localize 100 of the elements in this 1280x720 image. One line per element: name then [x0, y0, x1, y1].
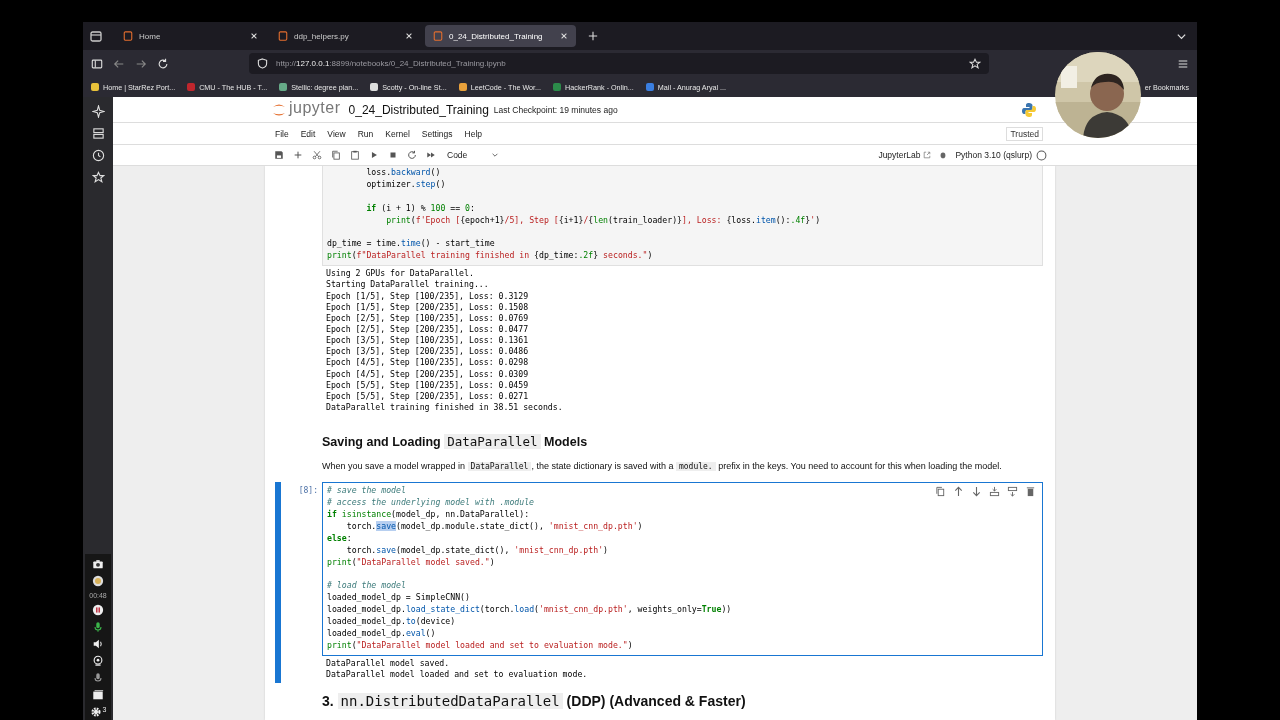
output-line: DataParallel model saved. [326, 657, 451, 670]
python-logo-icon [1021, 101, 1037, 118]
paragraph: When you save a model wrapped in DataParallel , the state dictionary is saved with a module. prefix in the keys. You need to account for this when loading the model. [322, 460, 1003, 474]
cell-type-dropdown[interactable]: Code [447, 150, 499, 160]
kernel-name[interactable]: Python 3.10 (qslurp) [955, 150, 1032, 160]
output-line: Epoch [2/5], Step [100/235], Loss: 0.0769 [326, 312, 530, 324]
tab-title: 0_24_Distributed_Training [449, 31, 544, 41]
close-icon[interactable] [560, 32, 568, 40]
code-line: loaded_model_dp.eval() [327, 628, 436, 640]
notebook-title[interactable]: 0_24_Distributed_Training [348, 102, 489, 117]
code-line: torch.save(model_dp.state_dict(), 'mnist_cnn_dp.pth') [345, 544, 608, 557]
output-line: Epoch [4/5], Step [100/235], Loss: 0.0298 [326, 357, 530, 369]
menu-item[interactable]: View [327, 128, 346, 139]
code-line: loaded_model_dp.load_state_dict(torch.load('mnist_cnn_dp.pth', weights_only=True)) [327, 604, 732, 617]
code-line: # load the model [327, 580, 406, 593]
sidebar-icon[interactable] [91, 57, 103, 70]
browser-tab[interactable]: 0_24_Distributed_Training [425, 25, 576, 47]
code-line: print(f'Epoch [{epoch+1}/5], Step [{i+1}/{len(train_loader)}], Loss: {loss.item():.4f}') [385, 214, 821, 227]
star-icon[interactable] [91, 171, 105, 184]
menu-item[interactable]: Help [464, 128, 482, 139]
code-line: if (i + 1) % 100 == 0: [365, 202, 475, 215]
address-field[interactable]: http://127.0.0.1:8899/notebooks/0_24_Distributed_Training.ipynb [249, 53, 989, 74]
jupyterlab-link[interactable]: JupyterLab [878, 150, 921, 160]
paste-icon[interactable] [350, 150, 360, 160]
code-line: print(f"DataParallel training finished in {dp_time:.2f} seconds.") [327, 250, 653, 263]
code-line: loss.backward() [365, 167, 441, 179]
code-line: else: [327, 532, 352, 545]
fast-forward-icon[interactable] [426, 150, 436, 160]
tab-favicon-icon [278, 31, 288, 41]
code-line: print("DataParallel model loaded and set to evaluation mode.") [327, 640, 633, 652]
settings-icon[interactable] [89, 706, 102, 718]
menu-item[interactable]: Edit [300, 128, 316, 139]
insert-above-icon[interactable] [989, 486, 1000, 498]
code-editor[interactable] [322, 482, 1043, 656]
duplicate-icon[interactable] [935, 486, 946, 498]
tab-title: Home [139, 31, 162, 41]
run-icon[interactable] [369, 150, 379, 160]
menu-icon[interactable] [1177, 57, 1189, 70]
output-line: Using 2 GPUs for DataParallel. [326, 268, 475, 280]
output-line: Epoch [3/5], Step [200/235], Loss: 0.0486 [326, 346, 530, 358]
window-icon[interactable] [92, 689, 104, 701]
back-icon[interactable] [113, 57, 125, 70]
menu-item[interactable]: File [275, 128, 289, 139]
add-icon[interactable] [293, 150, 303, 160]
output-line: Starting DataParallel training... [326, 279, 490, 291]
clock-icon[interactable] [91, 149, 105, 162]
menu-item[interactable]: Kernel [385, 128, 410, 139]
speaker-icon[interactable] [92, 638, 104, 650]
jupyter-wordmark: jupyter [289, 99, 341, 117]
reload-icon[interactable] [157, 57, 169, 70]
arrow-up-icon[interactable] [953, 486, 964, 498]
output-line: Epoch [1/5], Step [200/235], Loss: 0.1508 [326, 301, 530, 313]
cut-icon[interactable] [312, 150, 322, 160]
close-icon[interactable] [250, 32, 258, 40]
code-line: dp_time = time.time() - start_time [327, 238, 495, 251]
menu-item[interactable]: Settings [421, 128, 453, 139]
star-icon[interactable] [969, 57, 981, 70]
checkpoint-status: Last Checkpoint: 19 minutes ago [493, 104, 618, 115]
code-line: optimizer.step() [365, 178, 446, 191]
code-line: if isinstance(model_dp, nn.DataParallel): [327, 509, 530, 521]
browser-tab[interactable]: ddp_helpers.py [270, 25, 421, 47]
pause-icon[interactable] [92, 604, 104, 616]
microphone-icon[interactable] [92, 672, 104, 684]
copy-icon[interactable] [331, 150, 341, 160]
kernel-status-icon [1036, 149, 1047, 161]
output-line: Epoch [1/5], Step [100/235], Loss: 0.3129 [326, 290, 530, 302]
code-line: loaded_model_dp = SimpleCNN() [327, 592, 470, 605]
code-line: loaded_model_dp.to(device) [327, 616, 456, 629]
code-line: print("DataParallel model saved.") [327, 556, 495, 569]
close-icon[interactable] [405, 32, 413, 40]
execution-count: [8]: [298, 485, 319, 498]
output-line: Epoch [3/5], Step [100/235], Loss: 0.1361 [326, 335, 530, 347]
save-icon[interactable] [274, 150, 284, 160]
code-line: torch.save(model_dp.module.state_dict(), 'mnist_cnn_dp.pth') [345, 520, 643, 533]
microphone-icon[interactable] [92, 621, 104, 633]
output-line: Epoch [4/5], Step [200/235], Loss: 0.0309 [326, 368, 530, 380]
output-line: DataParallel training finished in 38.51 seconds. [326, 402, 563, 414]
delete-icon[interactable] [1025, 486, 1036, 498]
code-line: # save the model [327, 485, 406, 498]
tab-title: ddp_helpers.py [294, 31, 350, 41]
shield-icon [257, 58, 268, 69]
external-link-icon [923, 151, 932, 159]
webcam-icon[interactable] [92, 655, 104, 667]
tab-list-icon[interactable] [89, 29, 103, 43]
new-tab-icon[interactable] [588, 31, 598, 41]
output-line: Epoch [2/5], Step [200/235], Loss: 0.0477 [326, 324, 530, 336]
output-line: DataParallel model loaded and set to evaluation mode. [326, 669, 588, 681]
forward-icon[interactable] [135, 57, 147, 70]
arrow-down-icon[interactable] [971, 486, 982, 498]
stop-icon[interactable] [388, 150, 398, 160]
browser-tab[interactable]: Home [115, 25, 266, 47]
section-heading: 3. nn.DistributedDataParallel (DDP) (Advanced & Faster) [322, 692, 747, 710]
record-icon[interactable] [92, 575, 104, 587]
restart-icon[interactable] [407, 150, 417, 160]
insert-below-icon[interactable] [1007, 486, 1018, 498]
server-icon[interactable] [91, 127, 105, 140]
menu-item[interactable]: Run [357, 128, 374, 139]
tab-favicon-icon [433, 31, 443, 41]
camera-icon[interactable] [92, 558, 104, 570]
sparkle-icon[interactable] [91, 105, 105, 118]
